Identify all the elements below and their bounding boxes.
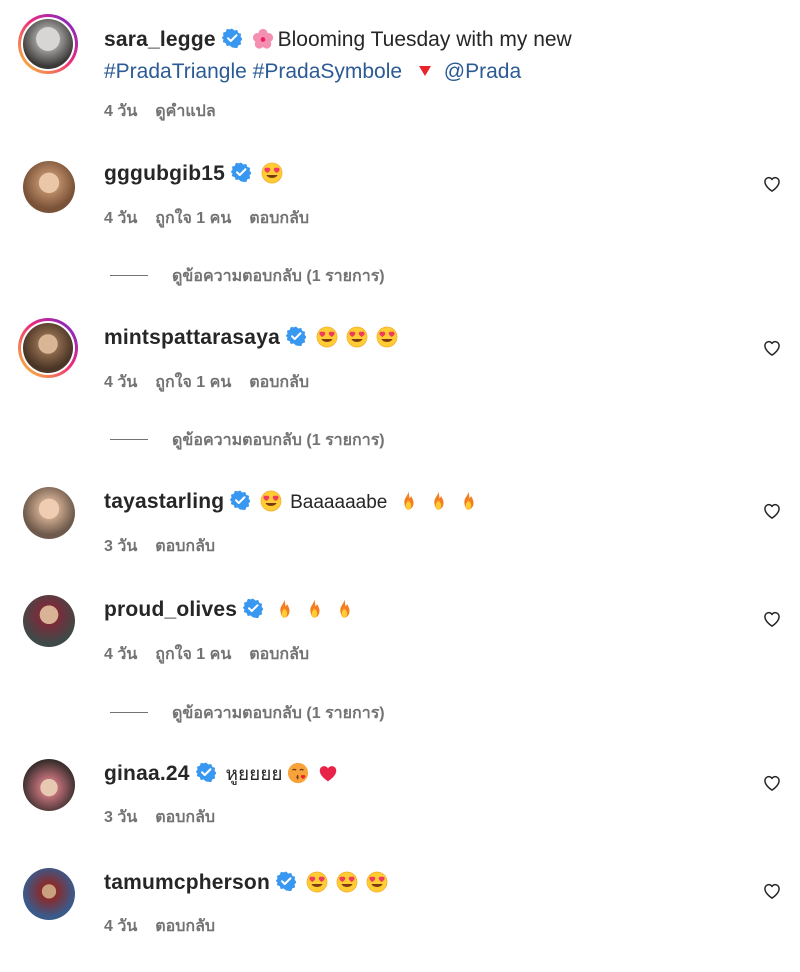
heart-outline-icon[interactable] [762,174,782,194]
timestamp[interactable]: 3 วัน [104,809,137,826]
username[interactable]: sara_legge [104,28,216,51]
comment-text: หูยยยย [225,764,283,785]
username[interactable]: tayastarling [104,490,224,513]
view-replies-button[interactable]: ดูข้อความตอบกลับ (1 รายการ) [110,701,385,726]
verified-badge-icon [222,28,242,48]
reply-button[interactable]: ตอบกลับ [155,918,215,935]
red-heart-emoji [319,766,336,782]
comment-meta: 4 วัน ถูกใจ 1 คน ตอบกลับ [104,642,327,667]
likes-count[interactable]: ถูกใจ 1 คน [155,210,231,227]
heart-eyes-emoji [261,162,283,184]
caption-text: Blooming Tuesday with my new [277,28,572,51]
verified-badge-icon [286,326,306,346]
fire-emoji [457,490,479,512]
divider [110,439,148,440]
likes-count[interactable]: ถูกใจ 1 คน [155,374,231,391]
see-translation-button[interactable]: ดูคำแปล [155,103,215,120]
verified-badge-icon [196,762,216,782]
mention-link[interactable]: @Prada [444,60,521,83]
heart-outline-icon[interactable] [762,773,782,793]
hashtag-link[interactable]: #PradaSymbole [253,60,402,83]
comment-meta: 3 วัน ตอบกลับ [104,534,233,559]
cherry-blossom-emoji [252,28,273,49]
avatar[interactable] [18,863,78,923]
fire-emoji [303,598,325,620]
fire-emoji [427,490,449,512]
verified-badge-icon [231,162,251,182]
reply-button[interactable]: ตอบกลับ [249,374,309,391]
heart-eyes-emoji [346,326,368,348]
avatar[interactable] [18,590,78,650]
divider [110,275,148,276]
view-replies-button[interactable]: ดูข้อความตอบกลับ (1 รายการ) [110,264,385,289]
verified-badge-icon [243,598,263,618]
heart-eyes-emoji [336,871,358,893]
view-replies-label: ดูข้อความตอบกลับ (1 รายการ) [172,705,385,722]
timestamp[interactable]: 4 วัน [104,374,137,391]
comment-meta: 4 วัน ดูคำแปล [104,99,234,124]
avatar[interactable] [18,156,78,216]
avatar[interactable] [18,754,78,814]
username[interactable]: ginaa.24 [104,762,190,785]
reply-button[interactable]: ตอบกลับ [249,646,309,663]
likes-count[interactable]: ถูกใจ 1 คน [155,646,231,663]
avatar[interactable] [18,482,78,542]
fire-emoji [397,490,419,512]
timestamp[interactable]: 4 วัน [104,646,137,663]
divider [110,712,148,713]
timestamp[interactable]: 4 วัน [104,918,137,935]
comment-meta: 4 วัน ตอบกลับ [104,914,233,939]
heart-eyes-emoji [316,326,338,348]
red-triangle-emoji [418,66,431,76]
comment-meta: 4 วัน ถูกใจ 1 คน ตอบกลับ [104,370,327,395]
username[interactable]: gggubgib15 [104,162,225,185]
heart-outline-icon[interactable] [762,609,782,629]
heart-eyes-emoji [366,871,388,893]
verified-badge-icon [230,490,250,510]
timestamp[interactable]: 4 วัน [104,210,137,227]
hashtag-link[interactable]: #PradaTriangle [104,60,247,83]
fire-emoji [273,598,295,620]
comment-text: Baaaaaabe [290,492,388,513]
view-replies-button[interactable]: ดูข้อความตอบกลับ (1 รายการ) [110,428,385,453]
kiss-emoji [287,762,308,784]
username[interactable]: proud_olives [104,598,237,621]
avatar[interactable] [18,318,78,378]
timestamp[interactable]: 4 วัน [104,103,137,120]
view-replies-label: ดูข้อความตอบกลับ (1 รายการ) [172,268,385,285]
verified-badge-icon [276,871,296,891]
reply-button[interactable]: ตอบกลับ [155,809,215,826]
username[interactable]: mintspattarasaya [104,326,280,349]
username[interactable]: tamumcpherson [104,871,270,894]
heart-eyes-emoji [376,326,398,348]
heart-eyes-emoji [260,490,282,512]
reply-button[interactable]: ตอบกลับ [155,538,215,555]
view-replies-label: ดูข้อความตอบกลับ (1 รายการ) [172,432,385,449]
avatar[interactable] [18,14,78,74]
heart-outline-icon[interactable] [762,338,782,358]
heart-outline-icon[interactable] [762,881,782,901]
comment-meta: 3 วัน ตอบกลับ [104,805,233,830]
heart-eyes-emoji [306,871,328,893]
timestamp[interactable]: 3 วัน [104,538,137,555]
comment-meta: 4 วัน ถูกใจ 1 คน ตอบกลับ [104,206,327,231]
fire-emoji [333,598,355,620]
reply-button[interactable]: ตอบกลับ [249,210,309,227]
heart-outline-icon[interactable] [762,501,782,521]
